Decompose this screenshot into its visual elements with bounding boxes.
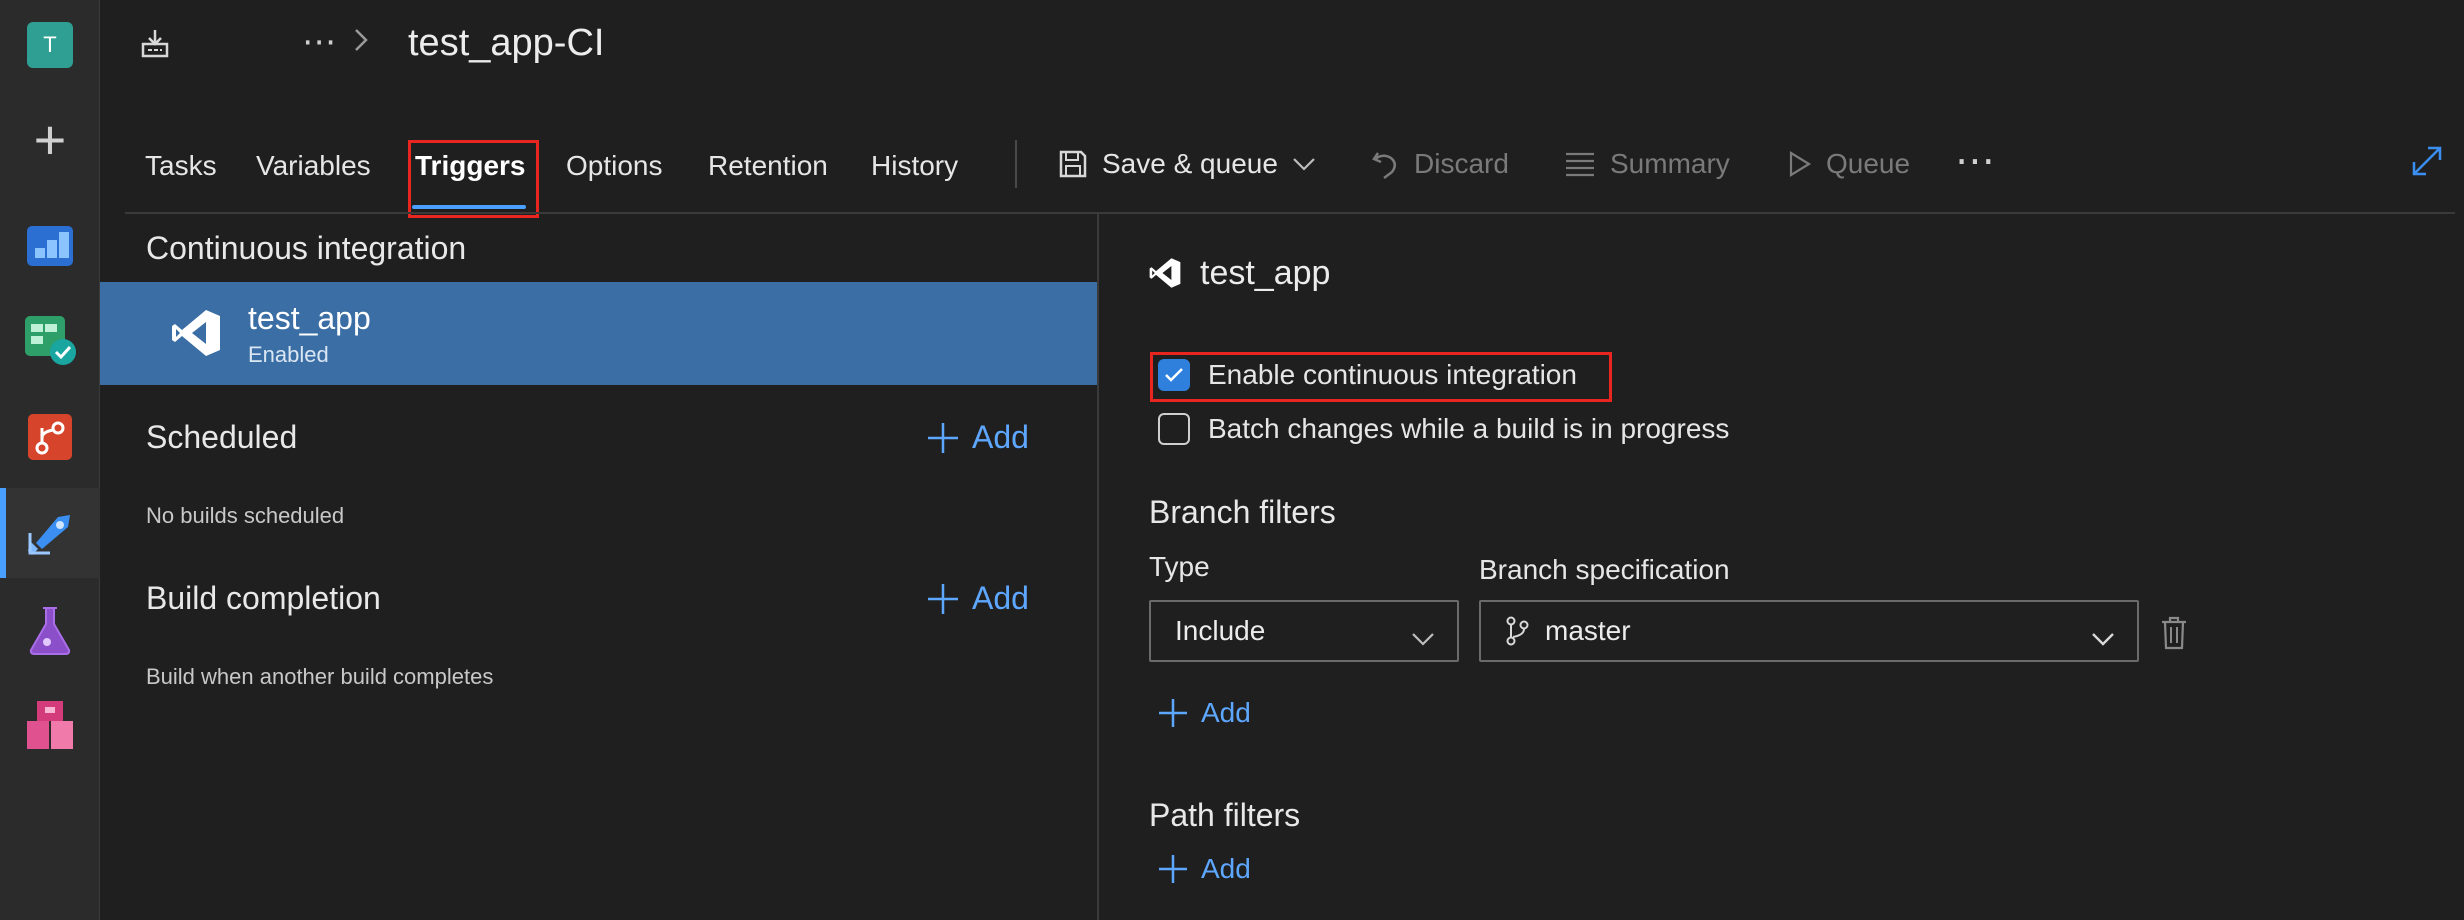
page-header: ⋯ test_app-CI xyxy=(100,0,2464,95)
new-item-button[interactable]: + xyxy=(0,95,100,185)
plus-icon xyxy=(1159,855,1187,883)
path-filters-title: Path filters xyxy=(1149,797,1301,833)
plus-icon xyxy=(928,583,958,614)
branch-spec-label: Branch specification xyxy=(1479,554,1730,585)
queue-button[interactable]: Queue xyxy=(1788,148,1910,180)
batch-changes-row[interactable]: Batch changes while a build is in progre… xyxy=(1158,413,1729,445)
ci-section-title: Continuous integration xyxy=(146,230,467,266)
branch-spec-dropdown[interactable]: master xyxy=(1479,600,2139,662)
tab-retention[interactable]: Retention xyxy=(708,150,828,182)
pipelines-icon xyxy=(28,515,70,555)
discard-button[interactable]: Discard xyxy=(1370,148,1509,180)
org-avatar-button[interactable]: T xyxy=(0,0,100,90)
queue-label: Queue xyxy=(1826,148,1911,179)
batch-changes-label: Batch changes while a build is in progre… xyxy=(1208,413,1730,444)
scheduled-note: No builds scheduled xyxy=(146,503,345,528)
save-queue-button[interactable]: Save & queue xyxy=(1058,148,1316,180)
boards-icon xyxy=(27,226,73,266)
branch-icon xyxy=(1506,616,1529,646)
build-completion-add-button[interactable]: Add xyxy=(926,580,1029,617)
enable-ci-checkbox[interactable] xyxy=(1158,359,1190,391)
plus-icon xyxy=(928,422,958,453)
repo-name: test_app xyxy=(1200,254,1331,292)
scheduled-add-button[interactable]: Add xyxy=(926,419,1029,456)
summary-label: Summary xyxy=(1610,148,1730,179)
summary-button[interactable]: Summary xyxy=(1564,148,1730,180)
save-queue-label: Save & queue xyxy=(1102,148,1278,179)
repos-nav-item[interactable] xyxy=(0,392,100,482)
tab-options[interactable]: Options xyxy=(566,150,663,182)
plus-icon: + xyxy=(33,108,67,171)
tab-tasks[interactable]: Tasks xyxy=(145,150,217,182)
flask-icon xyxy=(29,607,71,655)
list-icon xyxy=(1566,152,1594,177)
plus-icon xyxy=(1159,699,1187,727)
type-value: Include xyxy=(1175,615,1266,646)
expand-icon[interactable] xyxy=(2410,144,2444,183)
boards-nav-item[interactable] xyxy=(0,200,100,290)
breadcrumb-chevron-icon xyxy=(354,28,368,57)
visual-studio-icon xyxy=(1148,257,1182,294)
chevron-down-icon xyxy=(2091,622,2115,654)
more-actions-button[interactable]: ⋯ xyxy=(1955,138,1998,184)
build-pipeline-icon[interactable] xyxy=(140,28,170,63)
scheduled-section-title: Scheduled xyxy=(146,419,298,455)
type-label: Type xyxy=(1149,551,1210,582)
branch-filter-add-label: Add xyxy=(1201,697,1251,728)
visual-studio-icon xyxy=(170,308,222,363)
pipelines-nav-item[interactable] xyxy=(0,488,100,578)
build-completion-note: Build when another build completes xyxy=(146,664,494,689)
tab-variables[interactable]: Variables xyxy=(256,150,371,182)
artifacts-nav-item[interactable] xyxy=(0,680,100,770)
build-completion-add-label: Add xyxy=(972,580,1029,616)
scheduled-add-label: Add xyxy=(972,419,1029,455)
toolbar-separator xyxy=(1015,140,1017,188)
ci-item-status: Enabled xyxy=(248,342,329,367)
branch-filter-add-button[interactable]: Add xyxy=(1157,697,1251,729)
chevron-down-icon xyxy=(1411,622,1435,654)
checkmark-icon xyxy=(1165,368,1183,382)
pane-divider xyxy=(1097,214,1099,920)
ci-item-name: test_app xyxy=(248,300,371,336)
undo-icon xyxy=(1372,152,1396,179)
play-icon xyxy=(1789,151,1812,177)
toolbar: Tasks Variables Triggers Options Retenti… xyxy=(100,130,2464,218)
save-icon xyxy=(1059,150,1087,178)
repos-icon xyxy=(28,414,72,460)
artifacts-icon xyxy=(27,701,73,749)
test-plans-nav-item[interactable] xyxy=(0,585,100,675)
pipeline-title: test_app-CI xyxy=(408,22,605,64)
branch-filters-title: Branch filters xyxy=(1149,494,1336,530)
trash-icon[interactable] xyxy=(2160,616,2188,655)
enable-ci-row[interactable]: Enable continuous integration xyxy=(1158,359,1577,391)
ci-trigger-item[interactable]: test_app Enabled xyxy=(100,282,1097,385)
board-check-icon xyxy=(25,316,76,365)
discard-label: Discard xyxy=(1414,148,1509,179)
left-nav-rail: T + xyxy=(0,0,100,920)
path-filter-add-button[interactable]: Add xyxy=(1157,853,1251,885)
toolbar-divider xyxy=(125,212,2455,214)
build-completion-section-title: Build completion xyxy=(146,580,381,616)
org-avatar: T xyxy=(27,22,73,68)
type-dropdown[interactable]: Include xyxy=(1149,600,1459,662)
triggers-highlight-box xyxy=(408,140,539,218)
batch-changes-checkbox[interactable] xyxy=(1158,413,1190,445)
board-check-nav-item[interactable] xyxy=(0,295,100,385)
chevron-down-icon xyxy=(1293,158,1315,171)
branch-spec-value: master xyxy=(1545,615,1631,646)
tab-history[interactable]: History xyxy=(871,150,958,182)
breadcrumb-more-button[interactable]: ⋯ xyxy=(302,22,338,62)
path-filter-add-label: Add xyxy=(1201,853,1251,884)
enable-ci-label: Enable continuous integration xyxy=(1208,359,1577,390)
